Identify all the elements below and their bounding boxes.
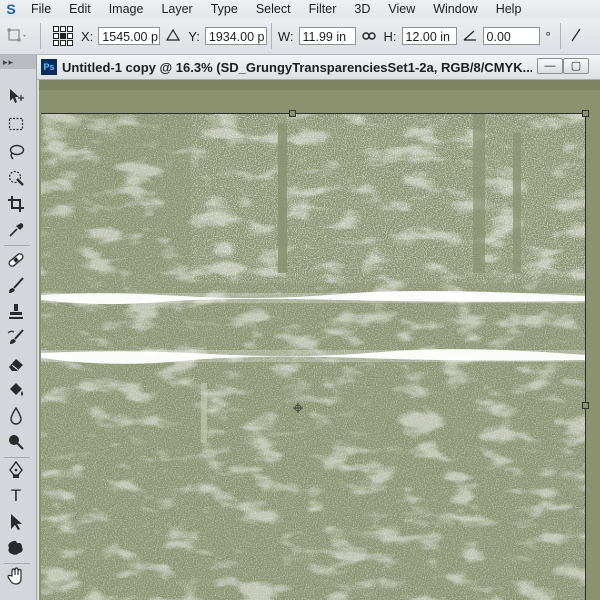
transform-bbox-top xyxy=(41,113,586,114)
width-input[interactable]: 11.99 in xyxy=(298,27,356,45)
canvas-image[interactable] xyxy=(41,113,586,600)
reference-point-locator[interactable] xyxy=(53,26,73,46)
history-brush-icon xyxy=(7,329,24,344)
pen-tool[interactable] xyxy=(4,459,28,481)
clone-stamp-tool[interactable] xyxy=(4,301,28,323)
pasteboard-strip xyxy=(39,80,600,90)
minimize-button[interactable]: — xyxy=(537,58,563,74)
move-icon xyxy=(10,89,24,103)
dodge-tool[interactable] xyxy=(4,431,28,453)
separator xyxy=(270,23,272,49)
menu-type[interactable]: Type xyxy=(202,2,247,16)
x-position-input[interactable]: 1545.00 p xyxy=(98,27,161,45)
rotate-angle-icon xyxy=(463,28,477,44)
y-label: Y: xyxy=(188,28,200,44)
blur-drop-icon xyxy=(10,407,22,425)
crop-tool[interactable] xyxy=(4,193,28,215)
shape-icon xyxy=(8,540,23,555)
tools-panel-grip[interactable]: ▸▸ xyxy=(0,55,36,69)
marquee-tool[interactable] xyxy=(4,113,28,135)
skew-icon[interactable] xyxy=(571,28,581,45)
crop-icon xyxy=(8,196,24,212)
move-tool[interactable] xyxy=(4,85,28,107)
custom-shape-tool[interactable] xyxy=(4,537,28,559)
lasso-icon xyxy=(9,144,25,160)
tools-panel: ▸▸ T xyxy=(0,55,37,600)
menu-bar: S File Edit Image Layer Type Select Filt… xyxy=(0,0,600,18)
grunge-texture-image xyxy=(41,113,586,600)
menu-image[interactable]: Image xyxy=(100,2,153,16)
tool-separator xyxy=(4,457,30,458)
eyedropper-icon xyxy=(9,223,24,237)
transform-icon xyxy=(7,28,26,42)
menu-help[interactable]: Help xyxy=(487,2,531,16)
transform-handle-top[interactable] xyxy=(289,110,296,117)
link-icon[interactable] xyxy=(361,28,376,44)
y-position-input[interactable]: 1934.00 p xyxy=(204,27,267,45)
h-label: H: xyxy=(383,28,397,44)
hand-icon xyxy=(7,567,22,585)
transform-handle-right[interactable] xyxy=(582,402,589,409)
menu-select[interactable]: Select xyxy=(247,2,300,16)
menu-layer[interactable]: Layer xyxy=(152,2,201,16)
tool-separator xyxy=(4,563,30,564)
stamp-icon xyxy=(9,304,23,319)
pen-icon xyxy=(9,461,23,478)
path-selection-icon xyxy=(11,514,22,530)
height-input[interactable]: 12.00 in xyxy=(401,27,457,45)
brush-tool[interactable] xyxy=(4,275,28,297)
quick-selection-icon xyxy=(8,170,24,186)
transform-bbox-right xyxy=(585,113,586,600)
type-tool[interactable]: T xyxy=(4,485,28,507)
separator xyxy=(40,23,41,49)
marquee-icon xyxy=(8,117,24,131)
document-tab[interactable]: Ps Untitled-1 copy @ 16.3% (SD_GrungyTra… xyxy=(37,55,600,80)
paint-bucket-icon xyxy=(10,383,23,396)
dodge-icon xyxy=(9,435,24,450)
brush-icon xyxy=(9,277,24,293)
healing-brush-tool[interactable] xyxy=(4,249,28,271)
band-aid-icon xyxy=(8,253,24,267)
x-label: X: xyxy=(81,28,94,44)
document-title: Untitled-1 copy @ 16.3% (SD_GrungyTransp… xyxy=(62,59,532,75)
menu-view[interactable]: View xyxy=(379,2,424,16)
transform-handle-top-right[interactable] xyxy=(582,110,589,117)
pasteboard xyxy=(39,80,600,600)
hand-tool[interactable] xyxy=(4,565,28,587)
tool-preset-picker[interactable] xyxy=(0,22,36,50)
eraser-icon xyxy=(9,359,23,371)
paint-bucket-tool[interactable] xyxy=(4,379,28,401)
rotation-input[interactable]: 0.00 xyxy=(482,27,540,45)
w-label: W: xyxy=(277,28,294,44)
lasso-tool[interactable] xyxy=(4,141,28,163)
degree-symbol: ° xyxy=(545,28,551,44)
photoshop-logo: S xyxy=(6,1,16,17)
path-selection-tool[interactable] xyxy=(4,511,28,533)
tool-separator xyxy=(4,245,30,246)
blur-tool[interactable] xyxy=(4,405,28,427)
menu-window[interactable]: Window xyxy=(424,2,486,16)
relative-position-icon[interactable] xyxy=(166,28,181,44)
ps-file-icon: Ps xyxy=(41,59,57,75)
menu-3d[interactable]: 3D xyxy=(345,2,379,16)
eyedropper-tool[interactable] xyxy=(4,219,28,241)
menu-filter[interactable]: Filter xyxy=(300,2,346,16)
history-brush-tool[interactable] xyxy=(4,327,28,349)
menu-file[interactable]: File xyxy=(22,2,60,16)
restore-button[interactable]: ▢ xyxy=(563,58,589,74)
quick-selection-tool[interactable] xyxy=(4,167,28,189)
menu-edit[interactable]: Edit xyxy=(60,2,100,16)
eraser-tool[interactable] xyxy=(4,353,28,375)
options-bar: X: 1545.00 p Y: 1934.00 p W: 11.99 in H:… xyxy=(0,18,600,55)
separator xyxy=(559,23,561,49)
document-window: Ps Untitled-1 copy @ 16.3% (SD_GrungyTra… xyxy=(37,55,600,600)
